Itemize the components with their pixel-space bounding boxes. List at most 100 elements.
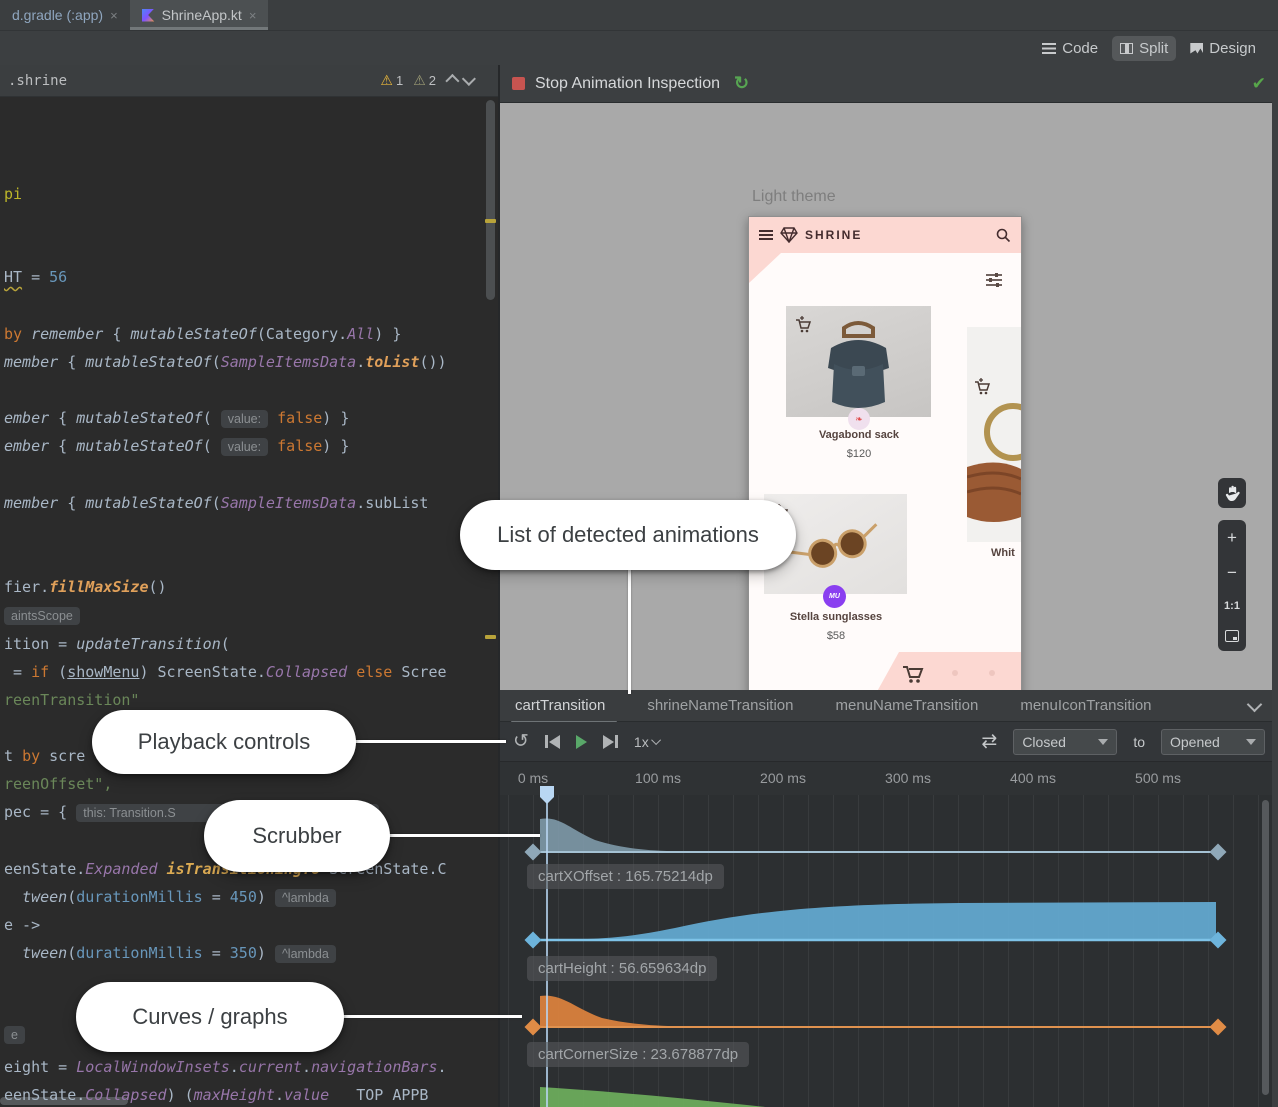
callout-line-playback bbox=[354, 740, 506, 743]
view-mode-design[interactable]: Design bbox=[1182, 36, 1264, 61]
skip-to-end-button[interactable] bbox=[603, 735, 618, 749]
playback-speed-select[interactable]: 1x bbox=[634, 734, 661, 750]
preview-canvas: Light theme SHRINE bbox=[500, 103, 1272, 690]
code-line: reenTransition" bbox=[4, 690, 139, 711]
animation-tab-menuIconTransition[interactable]: menuIconTransition bbox=[1018, 691, 1153, 720]
code-line: t by scre bbox=[4, 746, 85, 767]
view-mode-split[interactable]: Split bbox=[1112, 36, 1176, 61]
code-token: maxHeight bbox=[194, 1086, 275, 1104]
mode-label: Design bbox=[1209, 40, 1256, 57]
zoom-in-button[interactable]: + bbox=[1227, 529, 1237, 546]
close-tab-icon[interactable]: × bbox=[249, 8, 257, 23]
code-token: { bbox=[58, 353, 85, 371]
zoom-to-fit-icon[interactable] bbox=[1225, 630, 1239, 642]
swap-states-icon[interactable]: ⇄ bbox=[981, 730, 997, 753]
code-token: false bbox=[268, 409, 322, 427]
add-to-cart-icon[interactable] bbox=[794, 315, 812, 333]
pan-tool-button[interactable] bbox=[1218, 478, 1246, 508]
code-token: Collapsed bbox=[85, 1086, 166, 1104]
code-token: by bbox=[22, 747, 40, 765]
code-token: t bbox=[4, 747, 22, 765]
curve-value-label: cartHeight : 56.659634dp bbox=[527, 956, 717, 981]
view-mode-code[interactable]: Code bbox=[1034, 36, 1106, 61]
code-token: tween bbox=[22, 944, 67, 962]
code-token: navigationBars bbox=[311, 1058, 437, 1076]
theme-label: Light theme bbox=[752, 188, 836, 206]
search-icon[interactable] bbox=[995, 227, 1011, 243]
next-issue-icon[interactable] bbox=[462, 71, 476, 85]
warning-badge[interactable]: ⚠2 bbox=[413, 72, 436, 89]
editor-tab-d-gradle-app-[interactable]: d.gradle (:app) × bbox=[0, 0, 130, 30]
right-window-edge bbox=[1272, 65, 1278, 1107]
stop-icon bbox=[512, 77, 525, 90]
error-stripe-mark[interactable] bbox=[485, 635, 496, 639]
code-token: ( bbox=[221, 635, 230, 653]
code-token: reenOffset", bbox=[4, 775, 112, 793]
animation-tab-cartTransition[interactable]: cartTransition bbox=[513, 691, 607, 720]
inlay-hint: ^lambda bbox=[275, 945, 336, 963]
refresh-icon[interactable]: ↻ bbox=[734, 73, 749, 94]
code-token: . bbox=[275, 1086, 284, 1104]
zoom-actual-size-button[interactable]: 1:1 bbox=[1224, 600, 1240, 612]
design-icon bbox=[1190, 43, 1203, 54]
code-token: remember bbox=[31, 325, 103, 343]
code-token: ) ScreenState. bbox=[139, 663, 265, 681]
editor-vertical-scrollbar[interactable] bbox=[486, 100, 495, 300]
hand-pan-icon bbox=[1225, 485, 1240, 502]
error-stripe-mark[interactable] bbox=[485, 219, 496, 223]
breadcrumb[interactable]: .shrine bbox=[8, 73, 67, 89]
loop-playback-icon[interactable]: ↺ bbox=[513, 732, 529, 751]
animation-tab-shrineNameTransition[interactable]: shrineNameTransition bbox=[645, 691, 795, 720]
view-mode-switcher: CodeSplit Design bbox=[1034, 31, 1264, 65]
tab-overflow-chevron-icon[interactable] bbox=[1249, 697, 1260, 715]
code-token: mutableStateOf bbox=[85, 353, 211, 371]
cart-item-dot bbox=[952, 670, 958, 676]
code-token: TOP APPB bbox=[356, 1086, 428, 1104]
stop-animation-inspection-button[interactable]: Stop Animation Inspection bbox=[535, 75, 720, 93]
filter-tune-icon[interactable] bbox=[985, 272, 1003, 288]
code-token: { bbox=[49, 409, 76, 427]
code-token: if bbox=[31, 663, 49, 681]
code-line: by remember { mutableStateOf(Category.Al… bbox=[4, 324, 401, 345]
code-token: updateTransition bbox=[76, 635, 221, 653]
zoom-controls: + − 1:1 bbox=[1218, 520, 1246, 651]
editor-tab-shrineapp-kt[interactable]: ShrineApp.kt× bbox=[130, 0, 269, 30]
code-token: reenTransition" bbox=[4, 691, 139, 709]
timeline-ruler[interactable]: 0 ms100 ms200 ms300 ms400 ms500 ms bbox=[500, 762, 1278, 796]
code-token: Collapsed bbox=[266, 663, 347, 681]
product-image-belt[interactable] bbox=[967, 327, 1021, 542]
code-token: ()) bbox=[419, 353, 446, 371]
skip-to-start-button[interactable] bbox=[545, 735, 560, 749]
callout-list-of-detected-animations: List of detected animations bbox=[460, 500, 796, 570]
inspection-header: Stop Animation Inspection ↻ ✔ bbox=[500, 65, 1278, 103]
view-toolbar: CodeSplit Design bbox=[0, 31, 1278, 65]
code-token: durationMillis bbox=[76, 888, 202, 906]
code-editor[interactable]: piHT = 56by remember { mutableStateOf(Ca… bbox=[0, 97, 498, 1107]
code-token: e -> bbox=[4, 916, 40, 934]
code-line: reenOffset", bbox=[4, 774, 112, 795]
timeline-scrollbar[interactable] bbox=[1262, 800, 1269, 1095]
close-tab-icon[interactable]: × bbox=[110, 8, 118, 23]
code-token: pec = { bbox=[4, 803, 76, 821]
previous-issue-icon[interactable] bbox=[445, 73, 459, 87]
cart-bottom-sheet[interactable] bbox=[874, 652, 1021, 690]
animation-tab-menuNameTransition[interactable]: menuNameTransition bbox=[833, 691, 980, 720]
code-token: ) bbox=[257, 944, 275, 962]
add-to-cart-icon[interactable] bbox=[973, 377, 991, 395]
callout-curves-graphs: Curves / graphs bbox=[76, 982, 344, 1052]
play-button[interactable] bbox=[576, 735, 587, 749]
curve-value-label: cartCornerSize : 23.678877dp bbox=[527, 1042, 749, 1067]
menu-icon[interactable] bbox=[759, 230, 773, 240]
tab-label: d.gradle (:app) bbox=[12, 7, 103, 23]
error-badge[interactable]: ⚠1 bbox=[380, 72, 403, 89]
zoom-out-button[interactable]: − bbox=[1227, 564, 1237, 581]
to-state-select[interactable]: Opened bbox=[1161, 729, 1265, 755]
code-token bbox=[4, 944, 22, 962]
success-check-icon: ✔ bbox=[1252, 74, 1266, 94]
ruler-tick-label: 300 ms bbox=[885, 770, 931, 786]
from-state-select[interactable]: Closed bbox=[1013, 729, 1117, 755]
kotlin-file-icon bbox=[142, 9, 155, 22]
code-token: eight = bbox=[4, 1058, 76, 1076]
code-token bbox=[4, 888, 22, 906]
cart-icon bbox=[902, 663, 924, 685]
